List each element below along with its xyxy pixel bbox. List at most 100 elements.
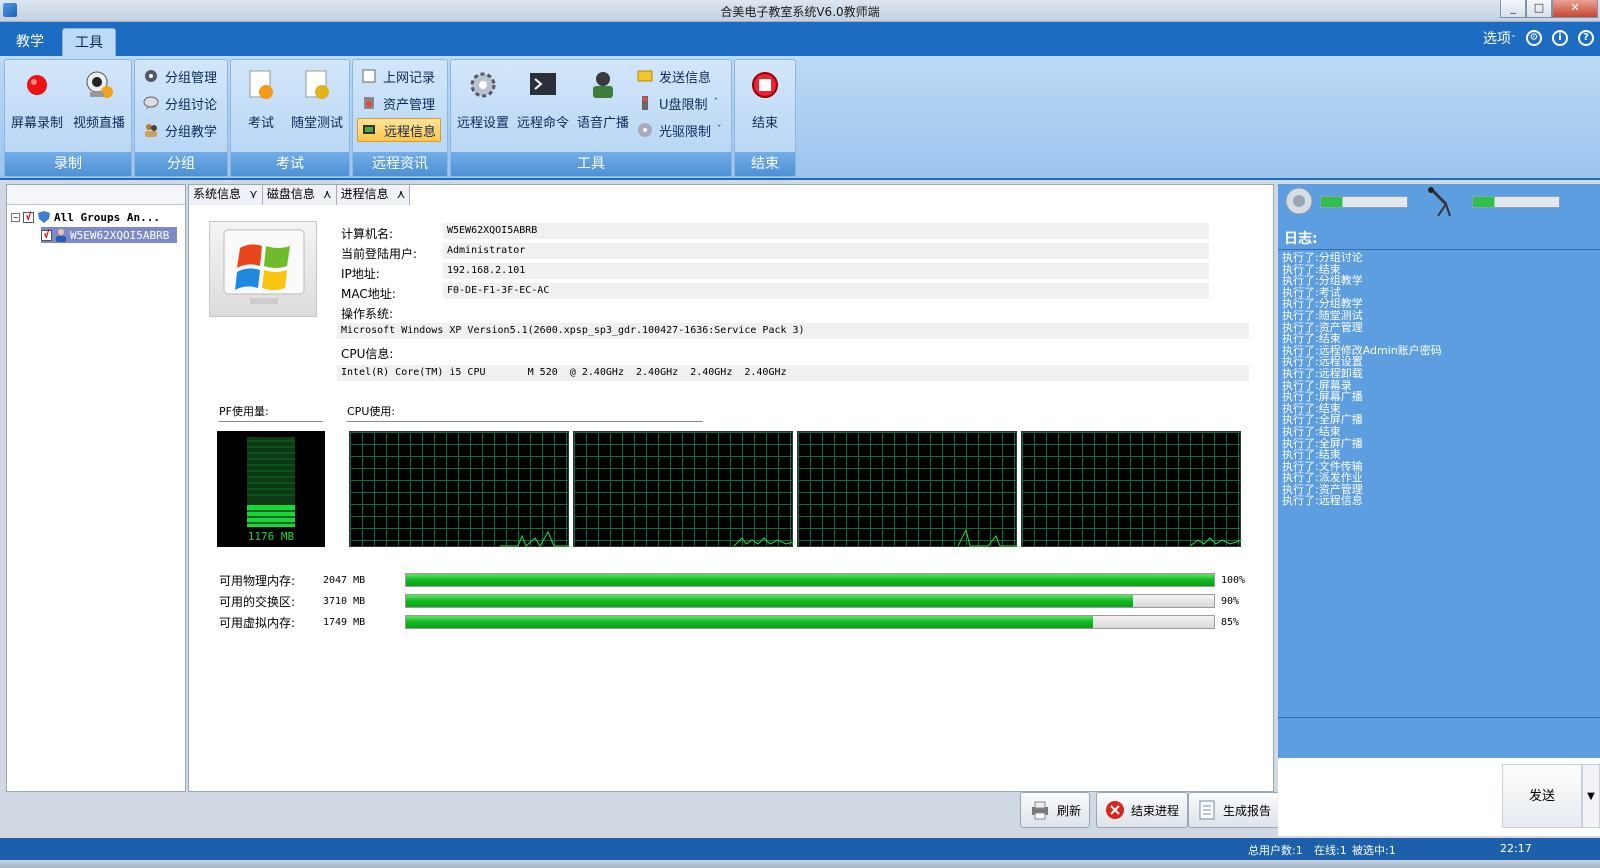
cpu-graph-core-3 (797, 431, 1018, 547)
pf-usage-meter: 1176 MB (217, 431, 325, 547)
web-log-label: 上网记录 (383, 70, 436, 86)
title-bar: 合美电子教室系统V6.0教师端 _ □ ✕ (0, 0, 1600, 22)
screen-record-label: 屏幕录制 (10, 116, 63, 131)
log-entry: 执行了:远程卸载 (1282, 366, 1363, 380)
user-icon (56, 229, 66, 242)
maximize-button[interactable]: □ (1526, 0, 1552, 18)
minimize-button[interactable]: _ (1500, 0, 1526, 18)
remote-command-button[interactable]: 远程命令 (513, 64, 573, 144)
record-icon (27, 75, 47, 95)
tab-teaching[interactable]: 教学 (4, 28, 56, 56)
video-live-label: 视频直播 (72, 116, 125, 131)
tab-system-info[interactable]: 系统信息 ⋎ (189, 185, 263, 205)
ribbon-group-remote-info: 上网记录 资产管理 远程信息 远程资讯 (352, 59, 448, 177)
generate-report-button[interactable]: 生成报告 (1188, 792, 1281, 828)
log-entry: 执行了:分组讨论 (1282, 252, 1363, 264)
exam-label: 考试 (247, 116, 274, 131)
video-live-button[interactable]: 视频直播 (69, 64, 129, 144)
microphone-icon[interactable] (1426, 186, 1456, 220)
virtual-memory-value: 1749 MB (323, 616, 366, 628)
remote-settings-button[interactable]: 远程设置 (453, 64, 513, 144)
tab-disk-icon: ⋏ (322, 187, 332, 201)
message-compose-area[interactable]: 发送 ▼ (1278, 758, 1600, 836)
ribbon-group-tools: 远程设置 远程命令 语音广播 发送信息 U盘限制 ˇ 光驱限制 ˇ 工具 (450, 59, 732, 177)
info-tabs: 系统信息 ⋎ 磁盘信息 ⋏ 进程信息 ⋏ (189, 185, 411, 205)
group-manage-button[interactable]: 分组管理 (139, 64, 221, 88)
os-taskbar (0, 860, 1600, 868)
log-entry: 执行了:随堂测试 (1282, 308, 1363, 322)
close-button[interactable]: ✕ (1552, 0, 1598, 18)
cpu-trace-2 (733, 537, 795, 547)
tree-item-checkbox[interactable]: √ (41, 229, 52, 241)
group-label-exam: 考试 (231, 152, 349, 176)
log-header: 日志: (1278, 228, 1600, 250)
user-value: Administrator (443, 243, 1209, 259)
usb-limit-arrow: ˇ (713, 98, 719, 108)
tree-item-computer[interactable]: √ W5EW62XQOI5ABRB (41, 227, 178, 243)
mac-value: F0-DE-F1-3F-EC-AC (443, 283, 1209, 299)
end-button[interactable]: 结束 (735, 64, 795, 144)
quiz-button[interactable]: 随堂测试 (287, 64, 347, 144)
group-label-record: 录制 (5, 152, 131, 176)
group-label-remote-info: 远程资讯 (353, 152, 447, 176)
cpu-graph-core-1 (349, 431, 570, 547)
window-controls: _ □ ✕ (1500, 0, 1598, 18)
group-discuss-button[interactable]: 分组讨论 (139, 91, 221, 115)
refresh-button[interactable]: 刷新 (1020, 792, 1091, 828)
ribbon: 屏幕录制 视频直播 录制 分组管理 分组讨论 分组教学 分组 考试 随堂测试 考… (0, 56, 1600, 180)
group-label-tools: 工具 (451, 152, 731, 176)
tab-process-info[interactable]: 进程信息 ⋏ (336, 185, 411, 205)
info-icon[interactable]: i (1552, 30, 1568, 46)
command-icon (530, 73, 556, 95)
group-teach-button[interactable]: 分组教学 (139, 118, 221, 142)
web-log-button[interactable]: 上网记录 (357, 64, 439, 88)
help-icon[interactable]: ? (1578, 30, 1594, 46)
status-total-users: 总用户数:1 (1248, 844, 1303, 857)
send-message-button[interactable]: 发送信息 (633, 64, 715, 88)
window-title: 合美电子教室系统V6.0教师端 (720, 5, 880, 19)
ip-value: 192.168.2.101 (443, 263, 1209, 279)
usb-limit-button[interactable]: U盘限制 ˇ (633, 91, 722, 115)
speaker-volume-bar[interactable] (1320, 196, 1408, 208)
cpu-graph-core-2 (573, 431, 795, 547)
pf-usage-value: 1176 MB (247, 530, 295, 543)
kill-process-label: 结束进程 (1131, 803, 1180, 818)
cpu-trace-4 (1189, 537, 1243, 547)
memory-row-virtual: 可用虚拟内存: 1749 MB 85% (219, 613, 1239, 631)
tab-tools[interactable]: 工具 (62, 28, 116, 56)
tab-system-label: 系统信息 (193, 187, 242, 201)
computer-name-value: W5EW62XQOI5ABRB (443, 223, 1209, 239)
asset-button[interactable]: 资产管理 (357, 91, 439, 115)
options-menu[interactable]: 选项ˇ (1483, 28, 1516, 48)
group-discuss-label: 分组讨论 (165, 97, 218, 113)
collapse-icon[interactable]: − (11, 212, 20, 222)
tab-disk-info[interactable]: 磁盘信息 ⋏ (262, 185, 337, 205)
voice-broadcast-button[interactable]: 语音广播 (573, 64, 633, 144)
send-button[interactable]: 发送 (1502, 764, 1582, 828)
ribbon-group-exam: 考试 随堂测试 考试 (230, 59, 350, 177)
tree-root[interactable]: − √ All Groups An... (11, 209, 160, 225)
microphone-volume-bar[interactable] (1472, 196, 1560, 208)
physical-memory-value: 2047 MB (323, 574, 366, 586)
settings-icon[interactable]: ⚙ (1526, 30, 1542, 46)
virtual-memory-pct: 85% (1221, 616, 1240, 628)
group-discuss-icon (143, 96, 159, 110)
screen-record-button[interactable]: 屏幕录制 (7, 64, 67, 144)
message-icon (637, 70, 653, 82)
physical-memory-label: 可用物理内存: (219, 573, 296, 588)
cd-limit-button[interactable]: 光驱限制 ˇ (633, 118, 726, 142)
broadcast-icon (593, 72, 613, 98)
group-teach-label: 分组教学 (165, 124, 218, 140)
tree-root-checkbox[interactable]: √ (23, 211, 34, 223)
speaker-icon[interactable] (1284, 186, 1314, 216)
remote-info-button[interactable]: 远程信息 (357, 118, 442, 142)
log-entry: 执行了:结束 (1282, 332, 1341, 346)
send-dropdown-icon[interactable]: ▼ (1582, 764, 1600, 828)
quiz-icon (305, 70, 329, 99)
usb-limit-label: U盘限制 (659, 97, 708, 113)
cd-limit-arrow: ˇ (717, 125, 722, 135)
tab-disk-label: 磁盘信息 (266, 187, 315, 201)
cpu-info-value: Intel(R) Core(TM) i5 CPU M 520 @ 2.40GHz… (337, 365, 1249, 381)
kill-process-button[interactable]: 结束进程 (1096, 792, 1189, 828)
exam-button[interactable]: 考试 (231, 64, 291, 144)
